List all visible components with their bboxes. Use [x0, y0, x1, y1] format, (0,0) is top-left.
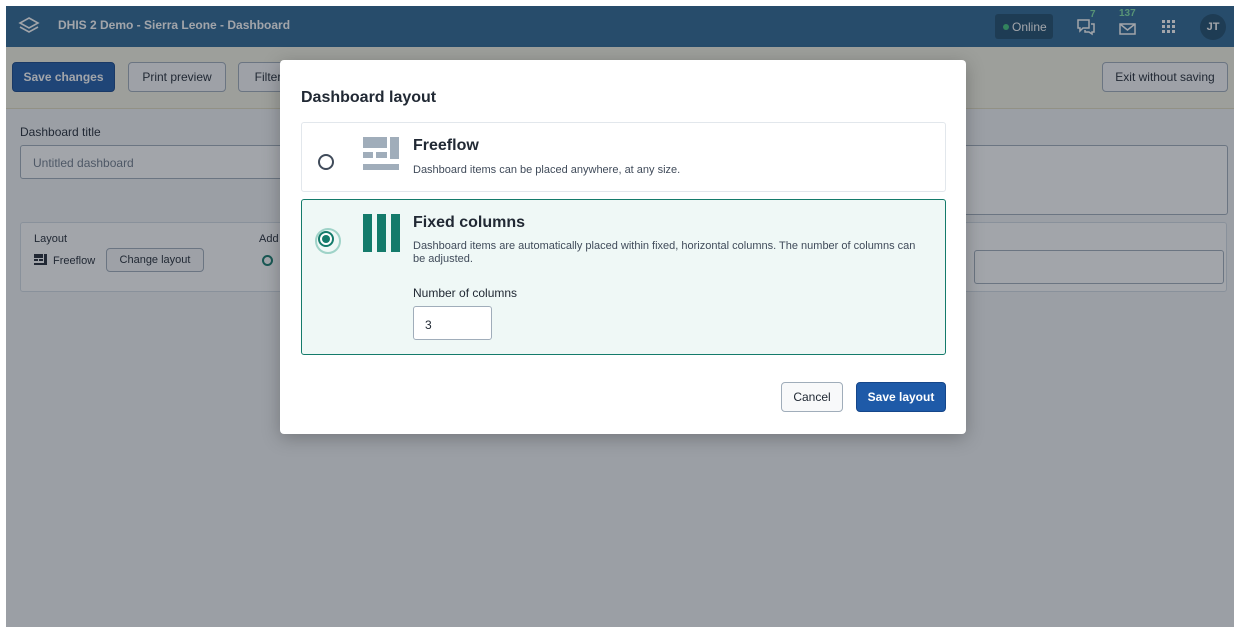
freeflow-title: Freeflow [413, 137, 479, 154]
freeflow-radio[interactable] [318, 154, 334, 170]
freeflow-layout-icon [363, 137, 399, 170]
app-window: DHIS 2 Demo - Sierra Leone - Dashboard O… [6, 6, 1234, 627]
save-layout-button[interactable]: Save layout [856, 382, 946, 412]
layout-option-fixed-columns[interactable]: Fixed columns Dashboard items are automa… [301, 199, 946, 355]
fixed-columns-layout-icon [363, 214, 400, 252]
fixed-columns-radio[interactable] [315, 228, 341, 254]
dashboard-layout-modal: Dashboard layout Freeflow Dashboard item… [280, 60, 966, 434]
cancel-button[interactable]: Cancel [781, 382, 843, 412]
fixed-columns-description: Dashboard items are automatically placed… [413, 240, 916, 265]
freeflow-description: Dashboard items can be placed anywhere, … [413, 164, 681, 176]
number-of-columns-label: Number of columns [413, 286, 518, 300]
fixed-columns-title: Fixed columns [413, 214, 526, 231]
number-of-columns-input[interactable]: 3 [413, 306, 492, 340]
layout-option-freeflow[interactable]: Freeflow Dashboard items can be placed a… [301, 122, 946, 192]
modal-title: Dashboard layout [301, 89, 437, 106]
